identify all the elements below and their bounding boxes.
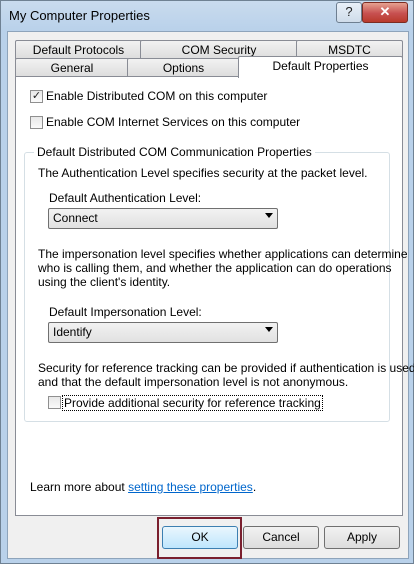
learn-more-suffix: . <box>252 480 257 494</box>
enable-cis-checkbox[interactable] <box>30 116 43 129</box>
help-button[interactable]: ? <box>336 2 362 23</box>
ok-button[interactable]: OK <box>162 526 238 549</box>
dropdown-arrow-icon <box>265 327 273 332</box>
tab-default-protocols[interactable]: Default Protocols <box>15 40 142 59</box>
reference-tracking-checkbox[interactable] <box>48 396 61 409</box>
window-title: My Computer Properties <box>9 8 150 23</box>
enable-dcom-checkbox[interactable]: ✓ <box>30 90 43 103</box>
title-bar[interactable]: My Computer Properties ? ✕ <box>1 1 413 31</box>
auth-level-value: Connect <box>53 211 98 225</box>
tab-general[interactable]: General <box>15 58 129 77</box>
tab-default-properties[interactable]: Default Properties <box>238 56 403 78</box>
reference-tracking-description-line1: Security for reference tracking can be p… <box>38 361 414 375</box>
learn-more-link[interactable]: setting these properties <box>128 480 253 494</box>
close-button[interactable]: ✕ <box>362 2 408 23</box>
impersonation-description-line2: who is calling them, and whether the app… <box>38 261 392 275</box>
learn-more-text: Learn more about setting these propertie… <box>30 480 256 494</box>
dropdown-arrow-icon <box>265 213 273 218</box>
impersonation-level-select[interactable]: Identify <box>48 322 278 343</box>
auth-level-label: Default Authentication Level: <box>49 191 202 205</box>
learn-more-prefix: Learn more about <box>30 480 129 494</box>
impersonation-description-line3: using the client's identity. <box>38 275 171 289</box>
auth-level-select[interactable]: Connect <box>48 208 278 229</box>
apply-button[interactable]: Apply <box>324 526 400 549</box>
auth-description: The Authentication Level specifies secur… <box>38 166 368 180</box>
group-title: Default Distributed COM Communication Pr… <box>34 145 315 159</box>
tab-options[interactable]: Options <box>127 58 240 77</box>
impersonation-level-value: Identify <box>53 325 92 339</box>
cancel-button[interactable]: Cancel <box>243 526 319 549</box>
enable-cis-label[interactable]: Enable COM Internet Services on this com… <box>46 115 300 129</box>
impersonation-description-line1: The impersonation level specifies whethe… <box>38 247 408 261</box>
enable-dcom-label[interactable]: Enable Distributed COM on this computer <box>46 89 267 103</box>
impersonation-level-label: Default Impersonation Level: <box>49 305 202 319</box>
reference-tracking-label[interactable]: Provide additional security for referenc… <box>62 395 323 411</box>
reference-tracking-description-line2: and that the default impersonation level… <box>38 375 349 389</box>
